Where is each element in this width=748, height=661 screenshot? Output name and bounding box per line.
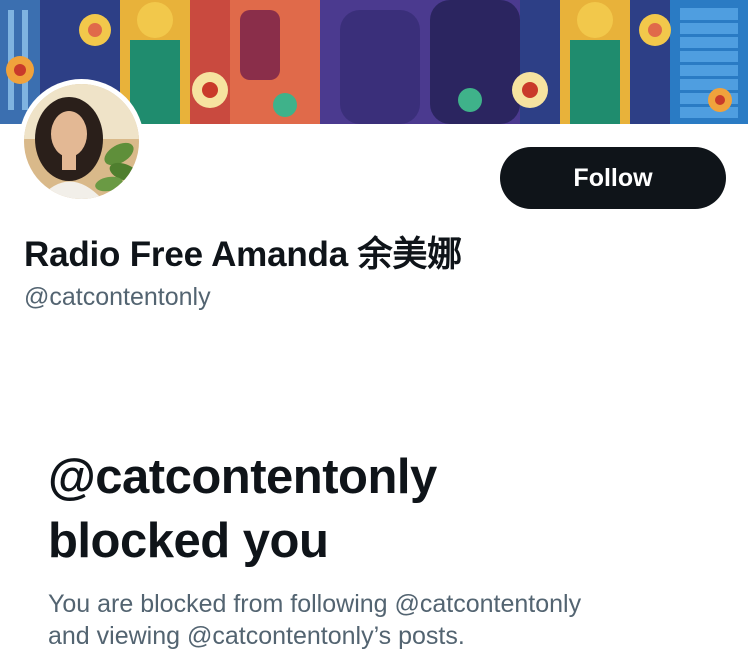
avatar-photo [24, 84, 139, 199]
blocked-title-text: blocked you [48, 514, 329, 568]
blocked-description-line-2: and viewing @catcontentonly’s posts. [48, 622, 465, 650]
blocked-description-line-1: You are blocked from following @catconte… [48, 590, 582, 618]
follow-button[interactable]: Follow [500, 147, 726, 209]
blocked-title-handle: @catcontentonly [48, 450, 437, 504]
display-name: Radio Free Amanda 余美娜 [24, 235, 462, 274]
profile-page: Follow Radio Free Amanda 余美娜 @catcontent… [0, 0, 748, 661]
profile-avatar[interactable] [19, 79, 144, 204]
profile-handle: @catcontentonly [24, 283, 211, 311]
blocked-title: @catcontentonly blocked you [48, 445, 728, 573]
blocked-description: You are blocked from following @catconte… [48, 588, 728, 652]
